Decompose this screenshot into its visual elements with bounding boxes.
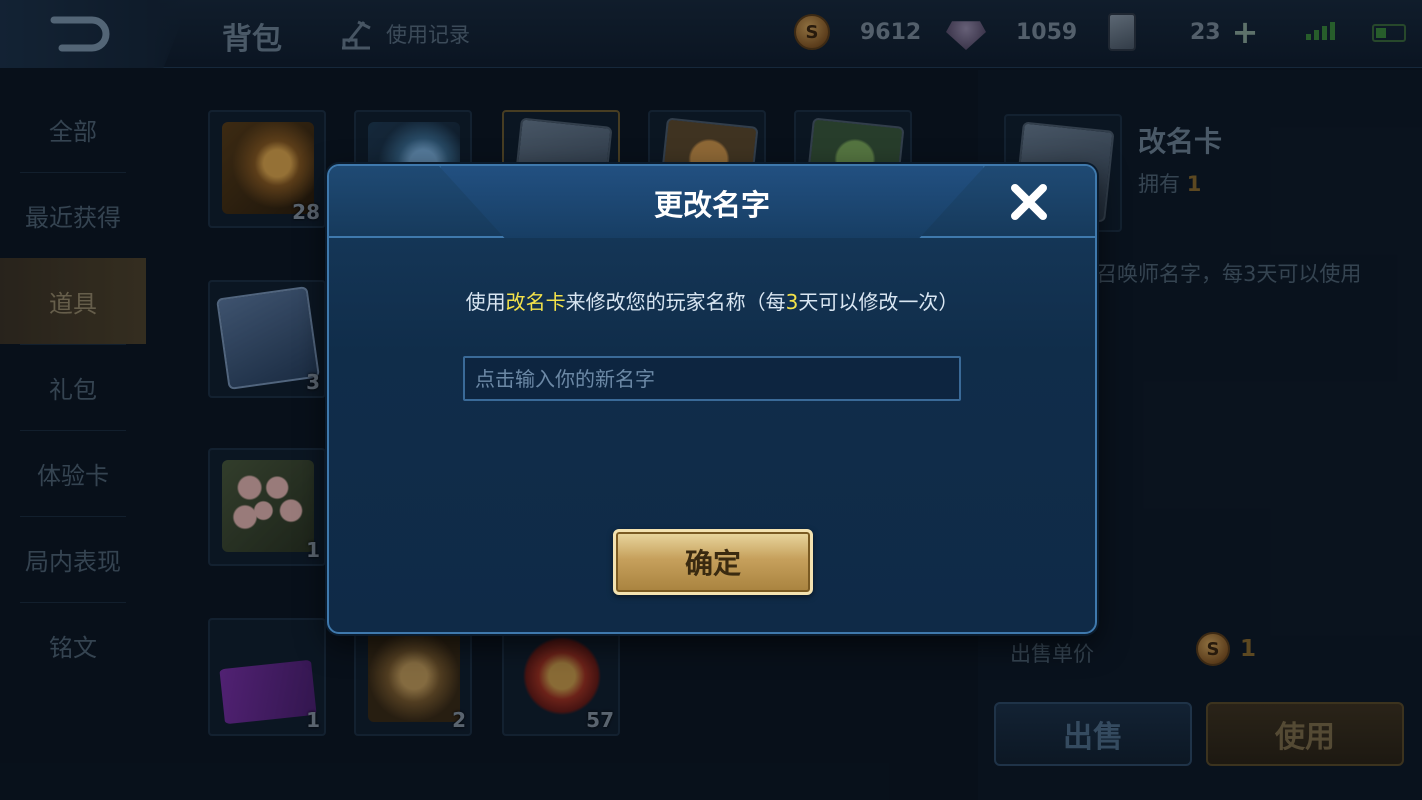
rename-dialog: 更改名字 使用改名卡来修改您的玩家名称（每3天可以修改一次） 确定 <box>327 164 1097 634</box>
close-button[interactable] <box>1005 178 1053 226</box>
dialog-header: 更改名字 <box>329 166 1095 238</box>
confirm-button[interactable]: 确定 <box>613 529 813 595</box>
close-icon <box>1011 184 1047 220</box>
highlight-item-name: 改名卡 <box>505 290 566 314</box>
instruction-text: 天可以修改一次） <box>798 290 959 314</box>
highlight-days: 3 <box>785 290 799 314</box>
instruction-text: 使用 <box>465 290 506 314</box>
dialog-instruction: 使用改名卡来修改您的玩家名称（每3天可以修改一次） <box>329 286 1095 315</box>
instruction-text: 来修改您的玩家名称（每 <box>565 290 786 314</box>
dialog-title: 更改名字 <box>653 188 770 222</box>
new-name-input[interactable] <box>463 356 961 401</box>
